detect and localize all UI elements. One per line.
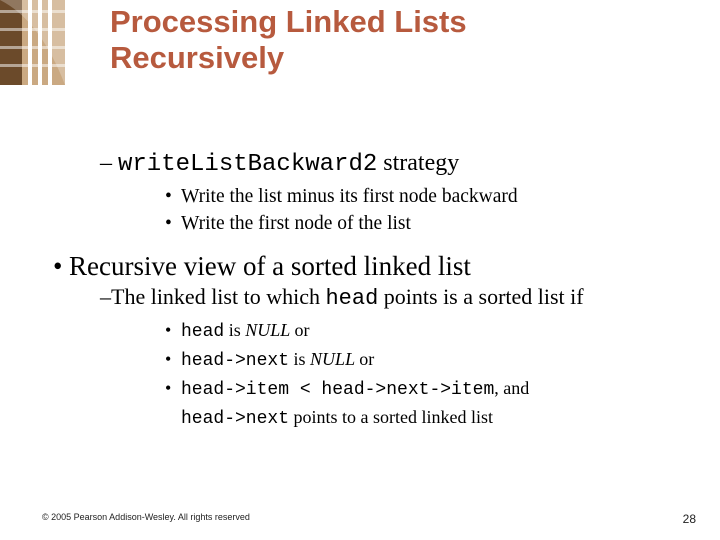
strategy-line: –writeListBackward2 strategy [100,150,690,178]
condition-item: head->next points to a sorted linked lis… [165,404,690,433]
strategy-step: •Write the first node of the list [165,211,690,236]
condition-item: •head->next is NULL or [165,346,690,375]
recursive-view-conditions: •head is NULL or •head->next is NULL or … [165,317,690,433]
strategy-after: strategy [377,150,459,176]
recursive-view-subheading: –The linked list to which head points is… [100,284,690,311]
condition-item: •head->item < head->next->item, and [165,375,690,404]
strategy-step: •Write the list minus its first node bac… [165,184,690,209]
slide-title: Processing Linked Lists Recursively [110,4,467,75]
condition-item: •head is NULL or [165,317,690,346]
title-line-1: Processing Linked Lists [110,4,467,39]
strategy-code: writeListBackward2 [118,151,377,178]
page-number: 28 [683,512,696,526]
copyright-text: © 2005 Pearson Addison-Wesley. All right… [42,512,250,522]
corner-decoration [0,0,65,85]
strategy-steps: •Write the list minus its first node bac… [165,184,690,237]
title-line-2: Recursively [110,40,284,75]
recursive-view-heading: •Recursive view of a sorted linked list [53,251,690,282]
slide-body: –writeListBackward2 strategy •Write the … [45,150,690,433]
